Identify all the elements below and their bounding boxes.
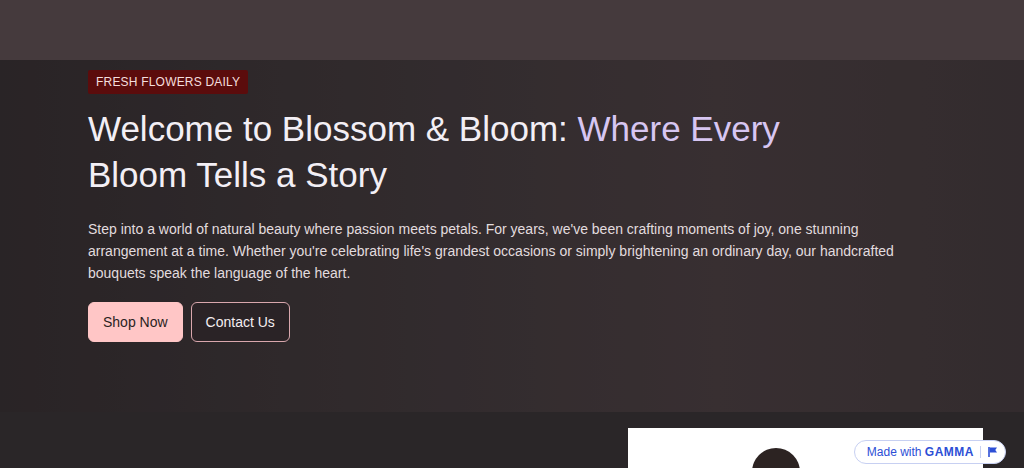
contact-us-button[interactable]: Contact Us [191, 302, 290, 342]
hero-title: Welcome to Blossom & Bloom: Where Every … [88, 106, 878, 198]
hero-section: FRESH FLOWERS DAILY Welcome to Blossom & … [0, 0, 1024, 412]
hero-overlay [0, 0, 1024, 412]
shop-now-button[interactable]: Shop Now [88, 302, 183, 342]
page: FRESH FLOWERS DAILY Welcome to Blossom & … [0, 0, 1024, 468]
made-with-gamma-badge[interactable]: Made with GAMMA [854, 440, 1006, 464]
report-button[interactable] [980, 446, 999, 458]
hero-intro: Step into a world of natural beauty wher… [88, 218, 938, 284]
made-with-label: Made with GAMMA [867, 445, 974, 459]
fresh-badge: FRESH FLOWERS DAILY [88, 70, 248, 94]
card-photo [752, 448, 800, 468]
hero-content: FRESH FLOWERS DAILY Welcome to Blossom & … [88, 70, 984, 342]
title-segment: Bloom Tells a Story [88, 155, 387, 194]
flag-icon [987, 446, 999, 458]
hero-actions: Shop NowContact Us [88, 302, 290, 342]
title-segment: Welcome to Blossom & Bloom: [88, 109, 578, 148]
title-segment: Where Every [578, 109, 780, 148]
